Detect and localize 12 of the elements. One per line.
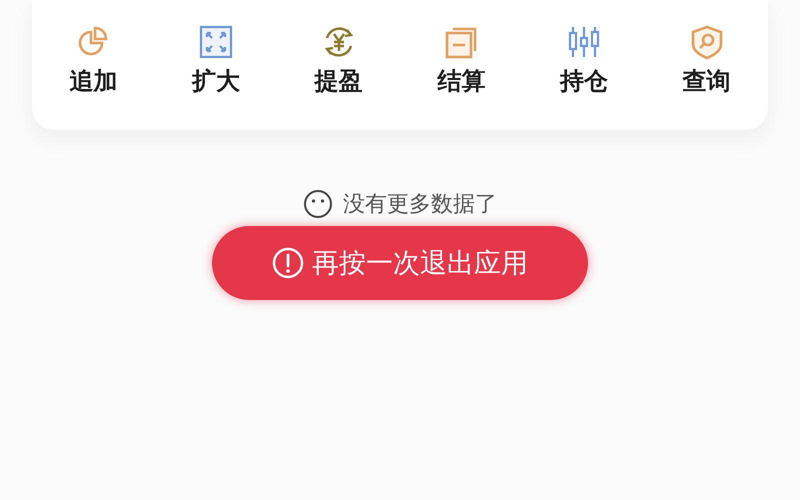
action-button[interactable]: 扩大 bbox=[188, 24, 244, 96]
shield-search-icon bbox=[688, 24, 725, 60]
expand-icon bbox=[198, 24, 234, 60]
action-button[interactable]: 提盈 bbox=[310, 24, 367, 96]
action-button[interactable]: 追加 bbox=[65, 24, 122, 96]
action-button[interactable]: 查询 bbox=[678, 24, 735, 96]
alert-icon bbox=[272, 247, 304, 279]
face-icon bbox=[303, 189, 333, 219]
action-button[interactable]: 结算 bbox=[433, 24, 490, 96]
toast-message: 再按一次退出应用 bbox=[312, 247, 528, 281]
empty-message: 没有更多数据了 bbox=[343, 191, 497, 219]
action-button[interactable]: 持仓 bbox=[556, 24, 612, 96]
